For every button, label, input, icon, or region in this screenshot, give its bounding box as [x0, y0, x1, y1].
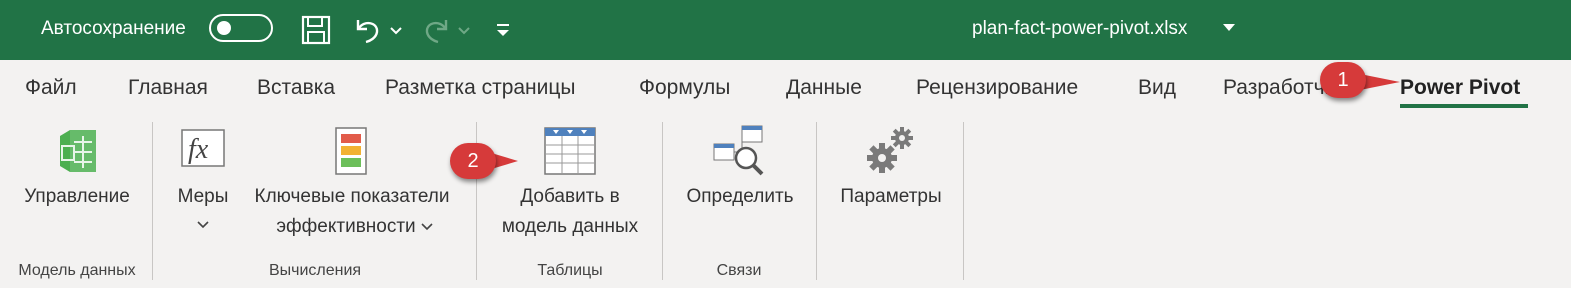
detect-relationships-button[interactable]: Определить — [674, 122, 806, 252]
undo-dropdown-icon[interactable] — [388, 14, 404, 46]
toggle-knob — [217, 21, 231, 35]
svg-text:fx: fx — [188, 134, 209, 165]
add-to-model-label-line2: модель данных — [501, 216, 639, 237]
autosave-label: Автосохранение — [41, 18, 186, 39]
measures-button[interactable]: fx Меры — [170, 122, 236, 252]
manage-label: Управление — [24, 186, 130, 207]
kpi-icon — [335, 127, 367, 175]
detect-label: Определить — [686, 186, 794, 207]
annotation-badge-1: 1 — [1320, 62, 1366, 98]
settings-button[interactable]: Параметры — [828, 122, 954, 252]
detect-relationships-icon — [713, 125, 764, 176]
tab-page-layout[interactable]: Разметка страницы — [385, 76, 576, 100]
gears-icon — [867, 127, 913, 173]
badge-pointer — [1360, 74, 1400, 90]
add-to-model-label-line1: Добавить в — [520, 186, 620, 207]
group-separator — [662, 122, 663, 280]
tab-home[interactable]: Главная — [128, 76, 208, 100]
undo-icon[interactable] — [352, 14, 384, 46]
group-label-data-model: Модель данных — [18, 262, 136, 279]
redo-icon — [425, 20, 448, 44]
kpi-label-line1: Ключевые показатели — [254, 186, 450, 207]
chevron-down-icon — [197, 221, 209, 229]
tab-data[interactable]: Данные — [786, 76, 862, 100]
kpi-button[interactable]: Ключевые показатели эффективности — [242, 122, 462, 252]
power-pivot-manage-icon — [60, 130, 96, 172]
annotation-badge-2: 2 — [450, 143, 496, 179]
group-label-tables: Таблицы — [537, 262, 603, 279]
group-label-calculations: Вычисления — [268, 262, 362, 279]
redo-dropdown-icon — [458, 27, 470, 35]
tab-insert[interactable]: Вставка — [257, 76, 335, 100]
measures-label: Меры — [177, 186, 229, 207]
active-tab-indicator — [1400, 104, 1528, 108]
autosave-toggle[interactable] — [209, 14, 273, 42]
add-to-data-model-button[interactable]: Добавить в модель данных — [490, 122, 650, 252]
title-bar: Автосохранение plan-fact-power-pivot.xls… — [0, 0, 1571, 60]
group-separator — [152, 122, 153, 280]
table-icon — [544, 127, 596, 175]
group-separator — [963, 122, 964, 280]
file-name[interactable]: plan-fact-power-pivot.xlsx — [972, 18, 1187, 40]
group-label-relationships: Связи — [716, 262, 762, 279]
chevron-down-icon — [421, 223, 433, 231]
fx-icon: fx — [181, 129, 225, 167]
tab-formulas[interactable]: Формулы — [639, 76, 730, 100]
customize-toolbar-icon[interactable] — [494, 14, 512, 46]
caret-down-icon[interactable] — [1222, 22, 1236, 34]
tab-review[interactable]: Рецензирование — [916, 76, 1078, 100]
group-separator — [816, 122, 817, 280]
tab-power-pivot[interactable]: Power Pivot — [1400, 76, 1520, 100]
save-icon[interactable] — [300, 14, 332, 46]
settings-label: Параметры — [840, 186, 942, 207]
tab-view[interactable]: Вид — [1138, 76, 1176, 100]
manage-button[interactable]: Управление — [10, 122, 144, 252]
tab-file[interactable]: Файл — [25, 76, 77, 100]
